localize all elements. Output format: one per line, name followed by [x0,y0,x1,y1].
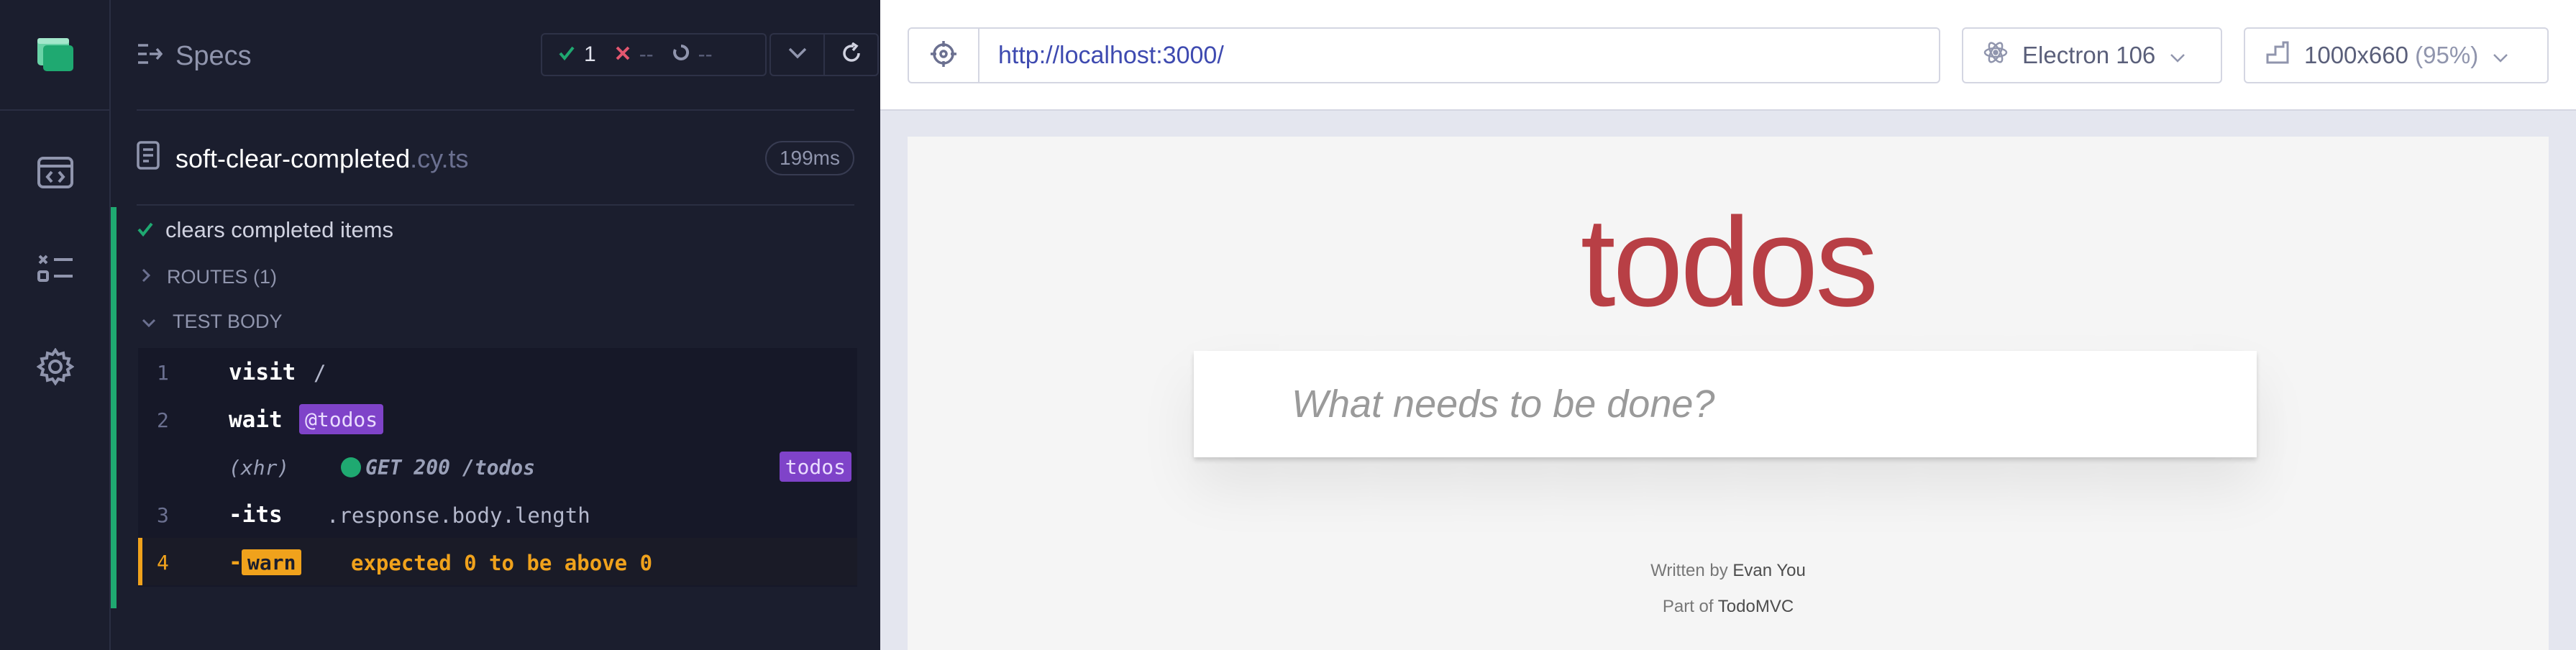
pending-count: -- [698,42,713,66]
test-body-label: TEST BODY [173,311,283,332]
test-body-toggle[interactable]: TEST BODY [141,311,283,333]
command-row[interactable]: 3 -its .response.body.length [138,490,857,538]
viewport-ruler-icon [2265,40,2290,70]
electron-icon [1983,40,2008,70]
command-name: visit [229,360,296,385]
left-nav [0,0,111,650]
alias-badge: @todos [299,404,384,434]
url-text[interactable]: http://localhost:3000/ [979,29,1939,82]
specs-toggle-button[interactable]: Specs [137,37,252,75]
failed-count: -- [639,42,654,66]
passed-count: 1 [584,42,596,66]
footer-written-prefix: Written by [1650,561,1728,580]
reporter-panel: Specs 1 -- -- soft-clear-completed.cy.ts… [111,0,880,650]
spec-file-header: soft-clear-completed.cy.ts 199ms [137,112,854,206]
command-name: - [229,549,242,575]
chevron-right-icon [141,266,151,288]
warn-badge: warn [242,549,302,575]
chevron-down-icon [2493,42,2508,69]
command-name: -its [229,502,283,528]
collapse-button[interactable] [771,35,823,75]
check-icon [137,217,154,243]
viewport-scale: (95%) [2415,42,2479,68]
specs-list-icon[interactable] [0,220,111,318]
x-icon [615,42,631,67]
crosshair-icon [930,40,957,70]
test-item: clears completed items ROUTES (1) TEST B… [111,207,880,608]
aut-panel: http://localhost:3000/ Electron 106 1000… [880,0,2576,650]
chevron-down-icon [788,47,807,62]
command-message: / [314,361,326,385]
warning-message: expected 0 to be above 0 [351,551,653,575]
command-log: 1 visit / 2 wait @todos (xhr) GET 200 /t… [138,348,857,587]
failed-stat: -- [615,42,654,67]
cypress-logo-icon[interactable] [0,0,111,111]
command-row[interactable]: 1 visit / [138,348,857,395]
command-name: wait [229,407,283,433]
xhr-message: GET 200 /todos [365,456,536,480]
aut-header: http://localhost:3000/ Electron 106 1000… [880,0,2576,111]
command-row[interactable]: (xhr) GET 200 /todos todos [138,443,857,490]
passed-stat: 1 [558,42,596,67]
todomvc-link[interactable]: TodoMVC [1718,597,1794,616]
rerun-button[interactable] [823,35,877,75]
chevron-down-icon [2170,42,2186,69]
reporter-header: Specs 1 -- -- [137,0,879,111]
viewport-size: 1000x660 [2304,42,2408,68]
test-title[interactable]: clears completed items [137,217,393,243]
footer-part-prefix: Part of [1662,597,1714,616]
duration-badge: 199ms [764,141,854,175]
specs-menu-icon [137,41,163,72]
browser-label: Electron 106 [2022,42,2156,68]
alias-badge: todos [779,452,851,482]
routes-label: ROUTES (1) [167,266,278,288]
browser-dropdown[interactable]: Electron 106 [1962,27,2222,83]
footer-credit: Written by Evan You [908,561,2549,581]
spec-file-ext: .cy.ts [410,143,469,173]
pending-stat: -- [672,42,713,67]
command-number: 3 [157,503,169,527]
settings-icon[interactable] [0,318,111,416]
routes-toggle[interactable]: ROUTES (1) [141,266,277,288]
xhr-type: (xhr) [229,456,290,480]
new-todo-input[interactable]: What needs to be done? [1194,351,2257,457]
spec-file-base: soft-clear-completed [175,143,411,173]
app-viewport: todos What needs to be done? Written by … [908,137,2549,650]
selector-playground-button[interactable] [909,29,979,82]
pending-spinner-icon [672,42,690,67]
command-number: 1 [157,361,169,385]
status-dot [341,457,361,477]
command-row[interactable]: 2 wait @todos [138,395,857,443]
check-icon [558,42,575,67]
document-icon [137,141,160,176]
viewport-dropdown[interactable]: 1000x660 (95%) [2244,27,2549,83]
chevron-down-icon [141,311,157,333]
test-stats: 1 -- -- [541,33,767,76]
command-number: 2 [157,408,169,432]
footer-project: Part of TodoMVC [908,597,2549,617]
specs-label: Specs [175,40,252,71]
command-message: .response.body.length [326,503,590,528]
reporter-controls [769,33,879,76]
command-row-warning[interactable]: 4 - warn expected 0 to be above 0 [138,538,857,585]
app-title: todos [1580,192,1879,333]
command-number: 4 [157,551,169,575]
runs-icon[interactable] [0,124,111,221]
spec-file-name[interactable]: soft-clear-completed.cy.ts [137,141,468,176]
author-link[interactable]: Evan You [1732,561,1805,580]
url-bar: http://localhost:3000/ [908,27,1940,83]
test-title-label: clears completed items [165,217,394,242]
refresh-icon [841,42,862,67]
